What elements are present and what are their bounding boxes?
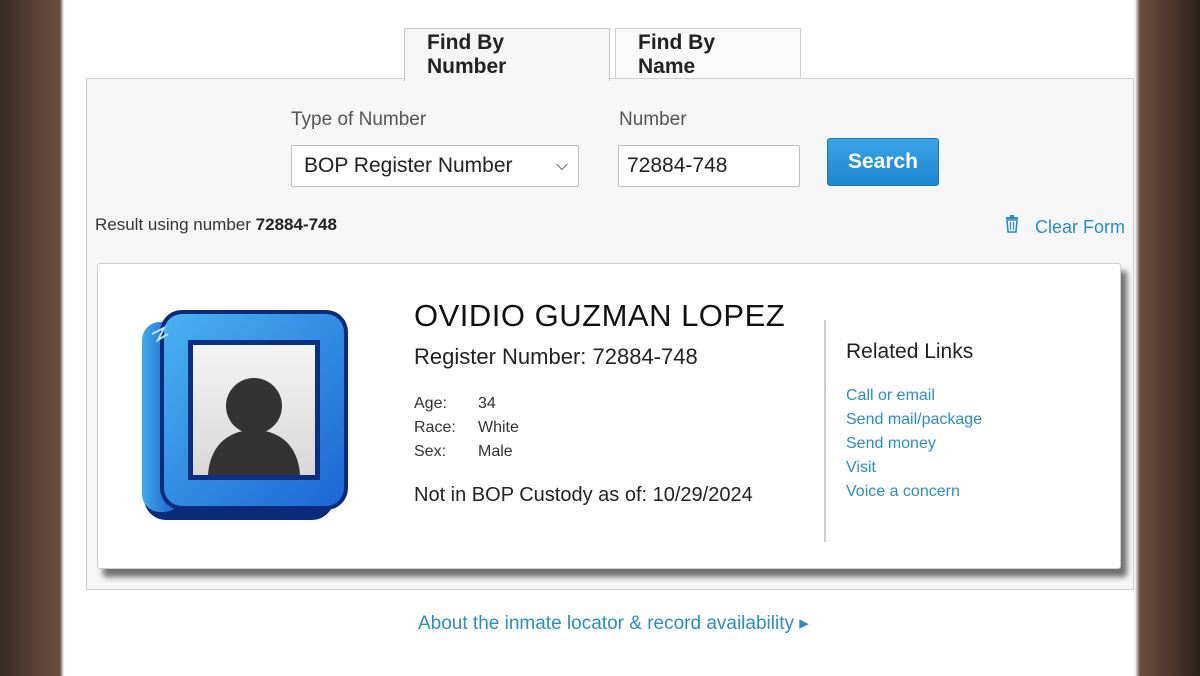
- number-input[interactable]: [618, 145, 800, 187]
- tab-find-by-number[interactable]: Find By Number: [404, 28, 610, 81]
- detail-key: Race:: [414, 419, 456, 436]
- register-number: Register Number: 72884-748: [414, 344, 698, 369]
- detail-value: Male: [478, 443, 513, 460]
- result-number: 72884-748: [255, 215, 337, 234]
- clear-form-label: Clear Form: [1035, 216, 1126, 237]
- type-of-number-value: BOP Register Number: [304, 154, 513, 177]
- inmate-result-card: OVIDIO GUZMAN LOPEZ Register Number: 728…: [97, 263, 1121, 569]
- custody-status: Not in BOP Custody as of: 10/29/2024: [414, 484, 753, 506]
- result-prefix: Result using number: [95, 215, 251, 234]
- chevron-down-icon: ⌵: [555, 157, 568, 174]
- detail-row-sex: Sex: Male: [414, 440, 519, 464]
- detail-value: White: [478, 419, 519, 436]
- clear-form-button[interactable]: Clear Form: [1005, 215, 1125, 239]
- trash-icon: [1005, 215, 1019, 239]
- tab-find-by-name[interactable]: Find By Name: [615, 28, 801, 80]
- detail-row-race: Race: White: [414, 416, 519, 440]
- related-links-title: Related Links: [846, 340, 974, 363]
- link-call-or-email[interactable]: Call or email: [846, 384, 982, 408]
- about-inmate-locator-link[interactable]: About the inmate locator & record availa…: [418, 612, 809, 635]
- related-links-list: Call or email Send mail/package Send mon…: [846, 384, 982, 504]
- detail-row-age: Age: 34: [414, 392, 519, 416]
- detail-key: Age:: [414, 395, 447, 412]
- link-send-money[interactable]: Send money: [846, 432, 982, 456]
- inmate-name: OVIDIO GUZMAN LOPEZ: [414, 298, 786, 333]
- number-label: Number: [619, 109, 687, 130]
- inmate-details: Age: 34 Race: White Sex: Male: [414, 392, 519, 464]
- divider: [824, 320, 826, 542]
- person-silhouette-frame-icon: [138, 304, 352, 524]
- link-voice-a-concern[interactable]: Voice a concern: [846, 480, 982, 504]
- search-button[interactable]: Search: [827, 138, 939, 186]
- link-send-mail-package[interactable]: Send mail/package: [846, 408, 982, 432]
- search-panel: Type of Number Number BOP Register Numbe…: [86, 78, 1134, 590]
- detail-value: 34: [478, 395, 496, 412]
- type-of-number-select[interactable]: BOP Register Number ⌵: [291, 145, 579, 187]
- type-of-number-label: Type of Number: [291, 109, 427, 130]
- result-summary: Result using number 72884-748: [95, 215, 337, 235]
- page: Find By Number Find By Name Type of Numb…: [64, 0, 1134, 676]
- detail-key: Sex:: [414, 443, 447, 460]
- link-visit[interactable]: Visit: [846, 456, 982, 480]
